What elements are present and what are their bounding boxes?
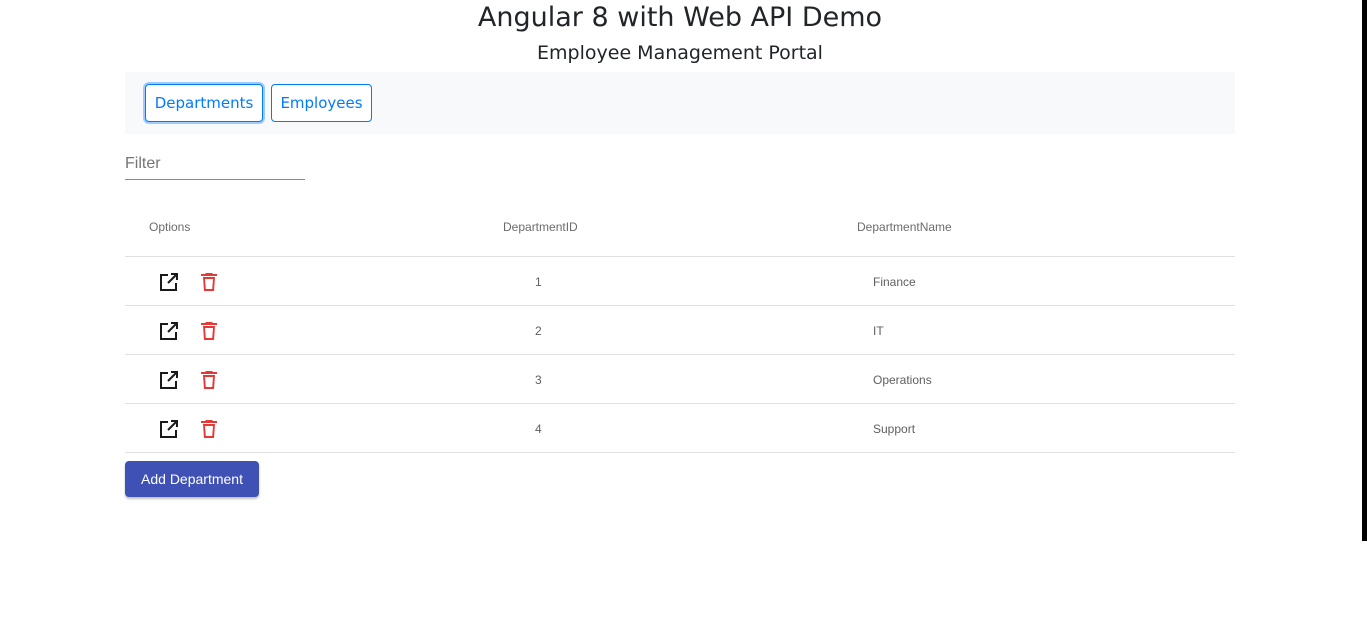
page-subtitle: Employee Management Portal <box>537 42 823 64</box>
department-name-cell: Support <box>873 422 916 436</box>
page: Angular 8 with Web API Demo Employee Man… <box>0 0 1367 622</box>
column-header-options[interactable]: Options <box>149 220 190 234</box>
trash-icon[interactable] <box>197 270 221 294</box>
employees-nav-button[interactable]: Employees <box>271 84 372 122</box>
trash-icon[interactable] <box>197 319 221 343</box>
column-header-department-id[interactable]: DepartmentID <box>503 220 578 234</box>
trash-icon[interactable] <box>197 417 221 441</box>
navbar: Departments Employees <box>125 72 1235 134</box>
add-department-button[interactable]: Add Department <box>125 461 259 497</box>
department-name-cell: IT <box>873 324 884 338</box>
department-name-cell: Finance <box>873 275 916 289</box>
department-name-cell: Operations <box>873 373 932 387</box>
table-body: 1 Finance 2 IT 3 Operations 4 Support <box>125 257 1235 453</box>
table-row: 1 Finance <box>125 257 1235 306</box>
trash-icon[interactable] <box>197 368 221 392</box>
departments-table: Options DepartmentID DepartmentName 1 Fin… <box>125 200 1235 453</box>
column-header-department-name[interactable]: DepartmentName <box>857 220 952 234</box>
department-id-cell: 3 <box>535 373 542 387</box>
filter-input[interactable] <box>125 152 305 176</box>
department-id-cell: 2 <box>535 324 542 338</box>
edit-open-in-new-icon[interactable] <box>157 368 181 392</box>
filter-field <box>125 150 305 180</box>
table-row: 4 Support <box>125 404 1235 453</box>
table-row: 3 Operations <box>125 355 1235 404</box>
table-header: Options DepartmentID DepartmentName <box>125 200 1235 257</box>
page-title: Angular 8 with Web API Demo <box>477 2 883 33</box>
departments-nav-button[interactable]: Departments <box>145 84 263 122</box>
edit-open-in-new-icon[interactable] <box>157 417 181 441</box>
department-id-cell: 4 <box>535 422 542 436</box>
edit-open-in-new-icon[interactable] <box>157 319 181 343</box>
edit-open-in-new-icon[interactable] <box>157 270 181 294</box>
window-edge <box>1362 0 1367 541</box>
table-row: 2 IT <box>125 306 1235 355</box>
department-id-cell: 1 <box>535 275 542 289</box>
